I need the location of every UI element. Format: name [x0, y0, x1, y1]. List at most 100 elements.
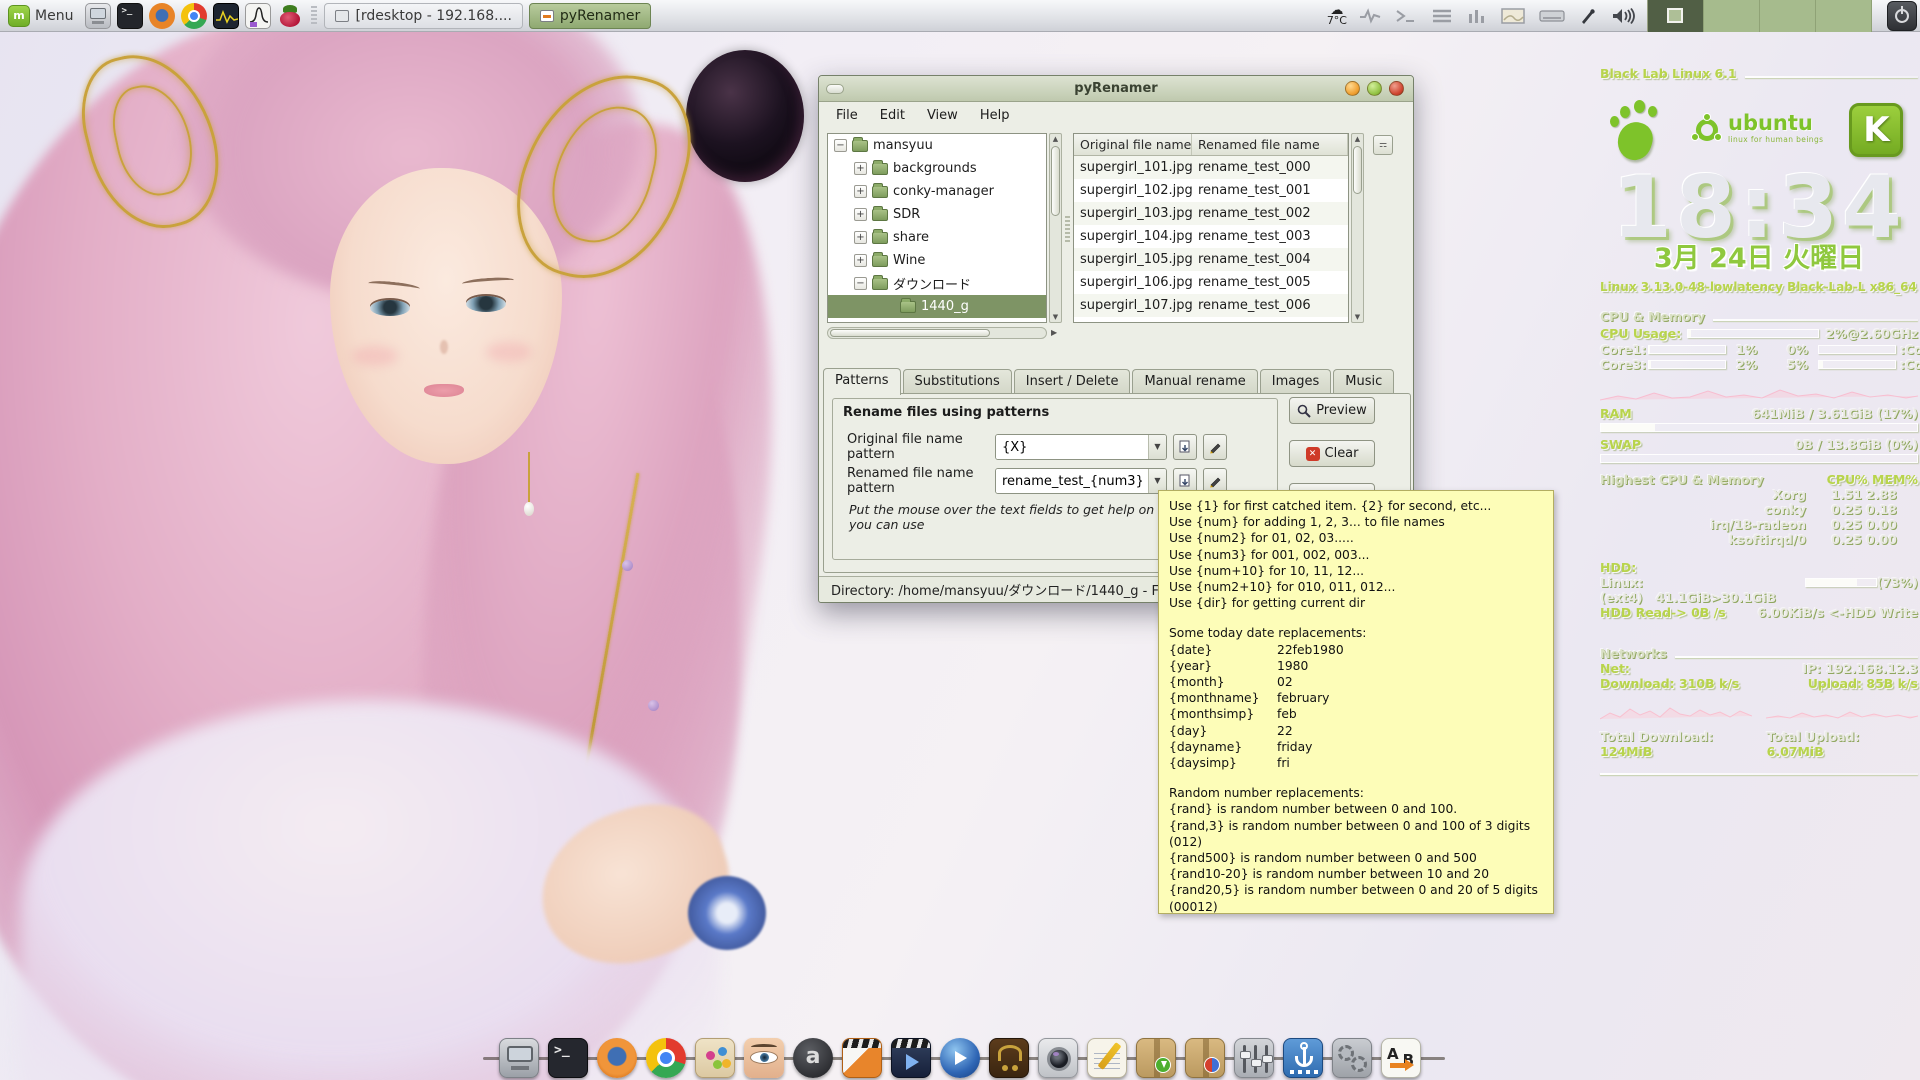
launcher-chrome[interactable] [181, 3, 207, 29]
file-row[interactable]: supergirl_106.jpg rename_test_005 [1074, 271, 1348, 294]
launcher-terminal[interactable]: >_ [117, 3, 143, 29]
bar-meter-icon[interactable] [1467, 8, 1487, 24]
launcher-computer[interactable] [85, 3, 111, 29]
dock-owl-theme[interactable] [989, 1038, 1029, 1078]
tree-expander[interactable]: + [854, 162, 867, 175]
file-row[interactable]: supergirl_103.jpg rename_test_002 [1074, 202, 1348, 225]
file-row[interactable]: supergirl_105.jpg rename_test_004 [1074, 248, 1348, 271]
wallpaper-chain [564, 473, 640, 887]
workspace-3[interactable] [1760, 0, 1816, 32]
titlebar[interactable]: pyRenamer [819, 76, 1413, 102]
dock-docky[interactable] [1283, 1038, 1323, 1078]
preview-button[interactable]: Preview [1289, 397, 1375, 424]
taskbar-item-rdesktop[interactable]: [rdesktop - 192.168.... [324, 3, 522, 29]
weather-applet[interactable]: ☁ 7°C [1327, 6, 1347, 26]
tree-expander[interactable]: + [854, 254, 867, 267]
menu-item[interactable]: Edit [871, 105, 914, 126]
power-button[interactable] [1887, 1, 1917, 31]
column-original[interactable]: Original file name [1074, 134, 1192, 155]
dock-camera[interactable] [1038, 1038, 1078, 1078]
launcher-firefox[interactable] [149, 3, 175, 29]
file-row[interactable]: supergirl_104.jpg rename_test_003 [1074, 225, 1348, 248]
menu-item[interactable]: View [918, 105, 967, 126]
tree-expander[interactable]: − [854, 277, 867, 290]
image-tray-icon[interactable] [1501, 8, 1525, 24]
file-row[interactable]: supergirl_107.jpg rename_test_006 [1074, 294, 1348, 317]
menu-lines-icon[interactable] [1431, 8, 1453, 24]
dock-chrome[interactable] [646, 1038, 686, 1078]
tree-expander[interactable]: − [834, 139, 847, 152]
tree-item[interactable]: − mansyuu [828, 134, 1046, 157]
dock-sound-mixer[interactable]: .di-mixer i:nth-of-type(1)::after{top:6p… [1234, 1038, 1274, 1078]
dock-package-manager[interactable] [1185, 1038, 1225, 1078]
dock-text-editor[interactable] [1087, 1038, 1127, 1078]
dock-computer[interactable] [499, 1038, 539, 1078]
dock-openshot[interactable] [842, 1038, 882, 1078]
launcher-oscilloscope[interactable] [213, 3, 239, 29]
dock-system-tools[interactable] [1332, 1038, 1372, 1078]
workspace-1[interactable] [1648, 0, 1704, 32]
column-renamed[interactable]: Renamed file name [1192, 134, 1348, 155]
renamed-pattern-combo[interactable]: ▼ [995, 468, 1167, 494]
launcher-signal-probe[interactable] [245, 3, 271, 29]
tree-item[interactable]: + Wine [828, 249, 1046, 272]
menu-applet[interactable]: m Menu [0, 0, 81, 31]
dock-video-player[interactable] [891, 1038, 931, 1078]
menu-item[interactable]: Help [971, 105, 1019, 126]
tab[interactable]: Manual rename [1132, 369, 1257, 394]
renamed-pattern-input[interactable] [996, 469, 1148, 493]
list-options-button[interactable]: ⚎ [1373, 135, 1393, 155]
pattern-insert-button[interactable] [1173, 434, 1197, 460]
tab[interactable]: Images [1260, 369, 1332, 394]
dock-amarok[interactable]: a [793, 1038, 833, 1078]
menubar: FileEditViewHelp [819, 102, 1413, 128]
dropdown-arrow-icon[interactable]: ▼ [1148, 435, 1166, 459]
file-row[interactable]: supergirl_101.jpg rename_test_000 [1074, 156, 1348, 179]
dock-graphics-app[interactable] [695, 1038, 735, 1078]
tree-item[interactable]: + backgrounds [828, 157, 1046, 180]
tab[interactable]: Insert / Delete [1014, 369, 1131, 394]
stylus-icon[interactable] [1579, 7, 1597, 25]
workspace-4[interactable] [1816, 0, 1872, 32]
tab[interactable]: Music [1333, 369, 1394, 394]
tree-item[interactable]: + share [828, 226, 1046, 249]
dock-terminal[interactable]: >_ [548, 1038, 588, 1078]
file-list-header[interactable]: Original file name Renamed file name [1074, 134, 1348, 156]
tab[interactable]: Substitutions [903, 369, 1012, 394]
tree-expander[interactable]: + [854, 231, 867, 244]
taskbar-item-pyrenamer[interactable]: pyRenamer [529, 3, 651, 29]
renamed-file-name: rename_test_002 [1192, 206, 1348, 221]
keyboard-icon[interactable] [1539, 9, 1565, 23]
tree-hscrollbar[interactable] [827, 327, 1047, 339]
file-list-scrollbar[interactable]: ▲ ▼ [1351, 133, 1364, 323]
menu-item[interactable]: File [827, 105, 867, 126]
pattern-edit-button[interactable] [1203, 434, 1227, 460]
tree-expander[interactable]: + [854, 208, 867, 221]
tab[interactable]: Patterns [823, 368, 901, 395]
workspace-2[interactable] [1704, 0, 1760, 32]
magnifier-icon [1297, 404, 1311, 418]
volume-icon[interactable] [1611, 7, 1635, 25]
tree-expander[interactable]: + [854, 185, 867, 198]
dock-pyrenamer[interactable]: AB [1381, 1038, 1421, 1078]
tree-item[interactable]: + conky-manager [828, 180, 1046, 203]
tree-scrollbar[interactable]: ▲ ▼ [1049, 133, 1062, 323]
tree-item[interactable]: + SDR [828, 203, 1046, 226]
dock-image-viewer[interactable] [744, 1038, 784, 1078]
original-file-name: supergirl_102.jpg [1074, 183, 1192, 198]
file-row[interactable]: supergirl_108.jpg rename_test_007 [1074, 317, 1348, 323]
dock-media-player[interactable] [940, 1038, 980, 1078]
dock-firefox[interactable] [597, 1038, 637, 1078]
dock-package-installer[interactable] [1136, 1038, 1176, 1078]
clear-button[interactable]: ✕ Clear [1289, 440, 1375, 467]
original-pattern-input[interactable] [996, 435, 1148, 459]
file-row[interactable]: supergirl_102.jpg rename_test_001 [1074, 179, 1348, 202]
pane-splitter[interactable] [1065, 216, 1070, 242]
activity-monitor-icon[interactable] [1359, 8, 1381, 24]
original-pattern-combo[interactable]: ▼ [995, 434, 1167, 460]
tree-item[interactable]: 1440_g [828, 295, 1046, 318]
launcher-raspberry-pi[interactable] [277, 3, 303, 29]
hscroll-arrow-icon[interactable]: ▶ [1051, 328, 1057, 337]
terminal-prompt-icon[interactable] [1395, 8, 1417, 24]
tree-item[interactable]: − ダウンロード [828, 272, 1046, 295]
